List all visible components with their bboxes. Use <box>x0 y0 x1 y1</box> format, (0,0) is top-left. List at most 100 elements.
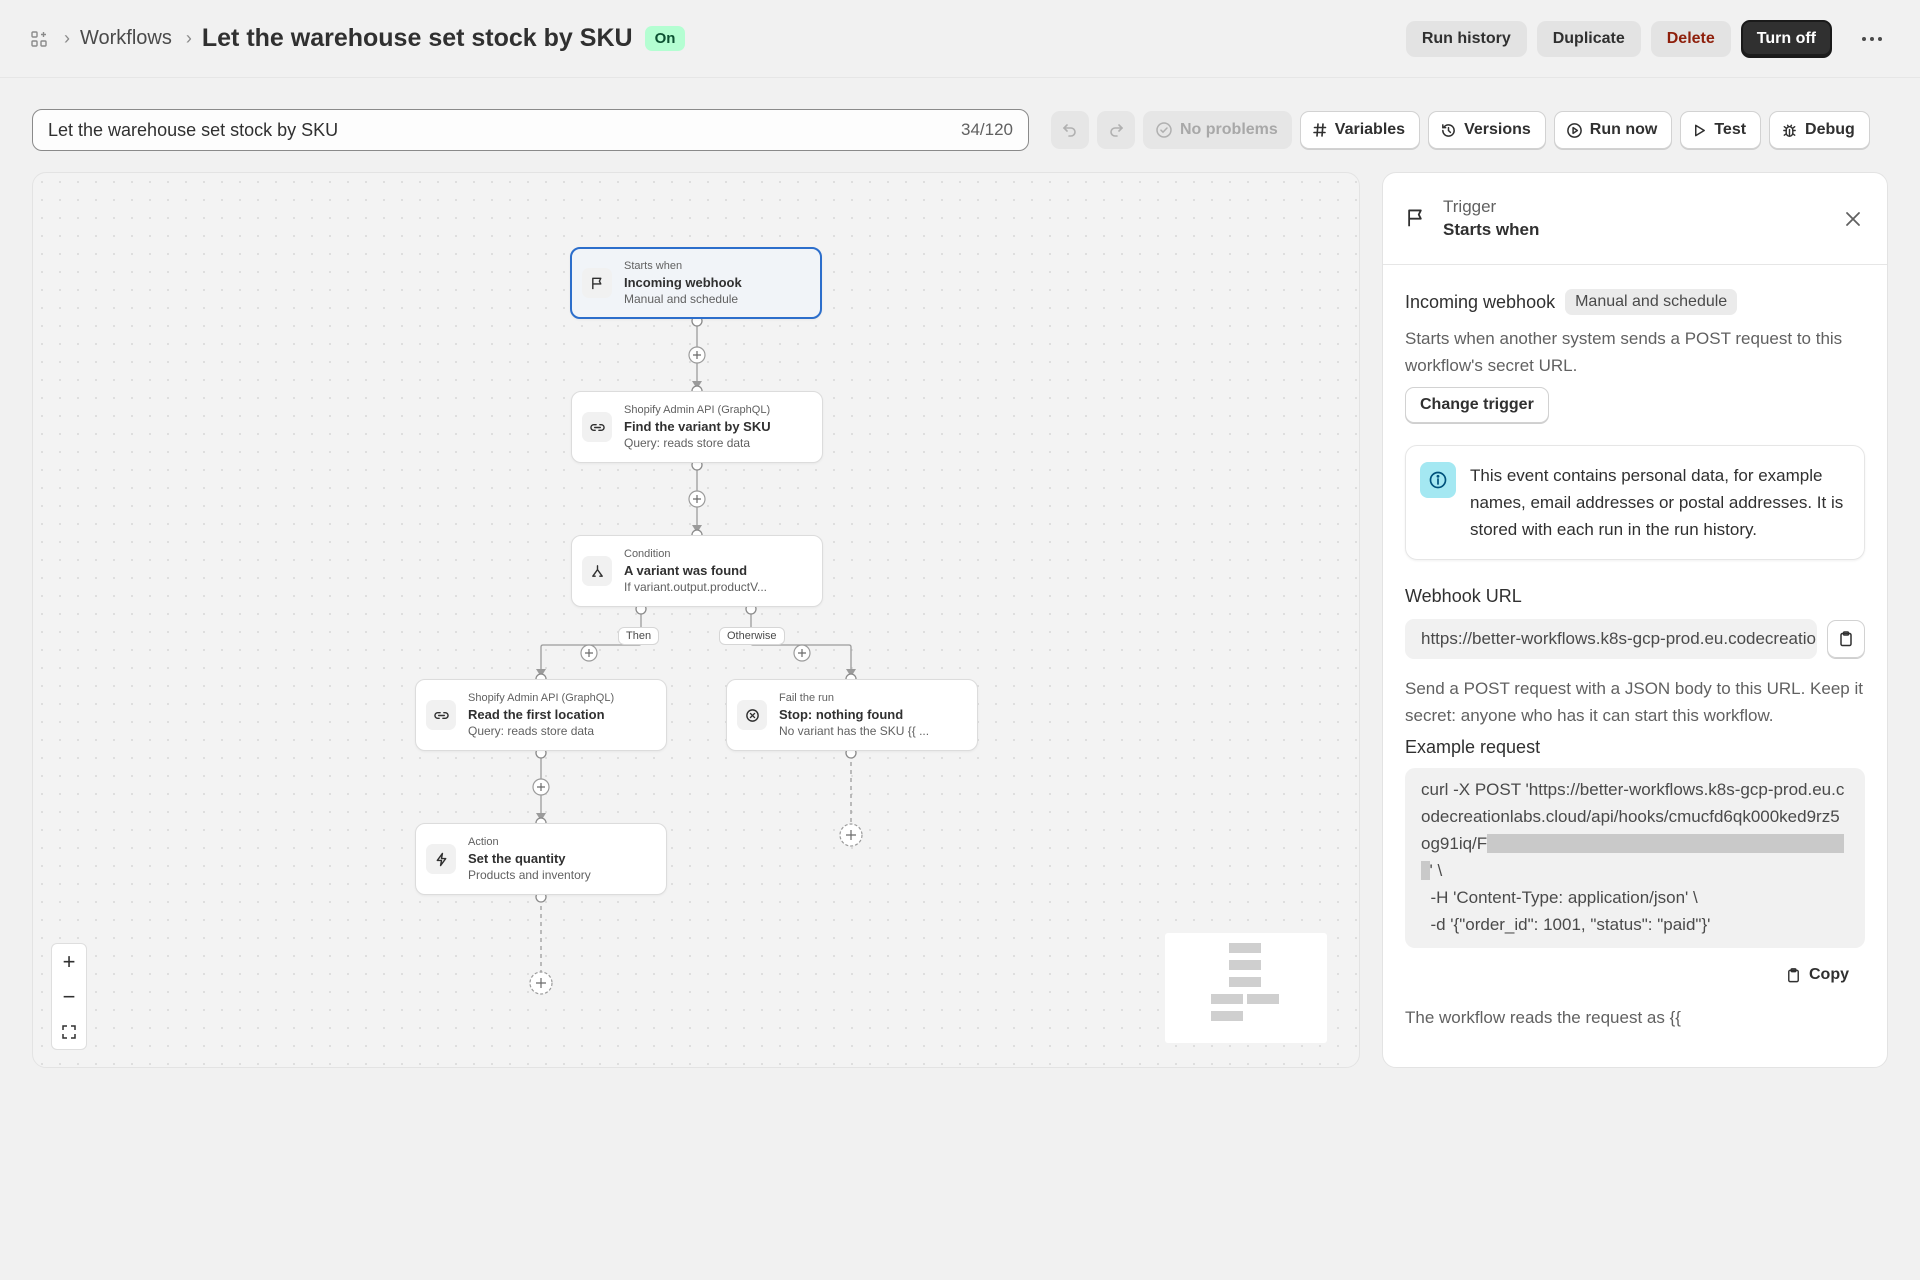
history-icon <box>1442 123 1455 137</box>
panel-kicker: Trigger <box>1443 197 1497 216</box>
top-bar: › Workflows › Let the warehouse set stoc… <box>0 0 1920 78</box>
minimap[interactable] <box>1165 933 1327 1043</box>
versions-button[interactable]: Versions <box>1428 111 1546 149</box>
code-line-2: -H 'Content-Type: application/json' \ <box>1430 888 1698 907</box>
node-title: Incoming webhook <box>624 274 742 290</box>
flag-icon <box>582 268 612 298</box>
status-badge: On <box>644 26 686 51</box>
workflow-name-value[interactable]: Let the warehouse set stock by SKU <box>48 120 961 141</box>
node-subtitle: No variant has the SKU {{ ... <box>779 724 930 739</box>
link-icon <box>582 412 612 442</box>
variables-label: Variables <box>1334 121 1406 138</box>
panel-header: Trigger Starts when <box>1383 173 1887 265</box>
node-title: Find the variant by SKU <box>624 418 771 434</box>
node-kicker: Shopify Admin API (GraphQL) <box>468 691 615 704</box>
trigger-panel: Trigger Starts when Incoming webhook Man… <box>1382 172 1888 1068</box>
node-kicker: Starts when <box>624 259 683 272</box>
duplicate-button[interactable]: Duplicate <box>1536 20 1641 57</box>
webhook-help: Send a POST request with a JSON body to … <box>1405 679 1863 725</box>
change-trigger-button[interactable]: Change trigger <box>1405 387 1549 423</box>
trigger-tag: Manual and schedule <box>1565 289 1738 315</box>
delete-button[interactable]: Delete <box>1650 20 1731 57</box>
node-find-variant[interactable]: Shopify Admin API (GraphQL) Find the var… <box>571 391 823 463</box>
personal-data-banner: This event contains personal data, for e… <box>1405 445 1865 560</box>
example-request-code[interactable]: curl -X POST 'https://better-workflows.k… <box>1405 768 1865 948</box>
node-title: Read the first location <box>468 706 605 722</box>
workflow-name-input[interactable]: Let the warehouse set stock by SKU 34/12… <box>32 109 1029 151</box>
node-stop-nothing-found[interactable]: Fail the run Stop: nothing found No vari… <box>726 679 978 751</box>
node-title: A variant was found <box>624 562 748 578</box>
variables-button[interactable]: Variables <box>1299 111 1421 149</box>
editor-toolbar: Let the warehouse set stock by SKU 34/12… <box>32 108 1888 152</box>
debug-label: Debug <box>1805 121 1855 138</box>
webhook-url-label: Webhook URL <box>1405 586 1522 606</box>
no-problems-label: No problems <box>1180 121 1278 138</box>
request-footnote: The workflow reads the request as {{ <box>1405 1008 1681 1027</box>
node-subtitle: If variant.output.productV... <box>624 580 767 595</box>
undo-icon[interactable] <box>1051 111 1089 149</box>
example-request-label: Example request <box>1405 737 1541 757</box>
panel-body: Incoming webhook Manual and schedule Sta… <box>1383 265 1887 1028</box>
node-kicker: Condition <box>624 547 671 560</box>
copy-request-button[interactable]: Copy <box>1405 966 1865 984</box>
bug-icon <box>1783 124 1796 137</box>
trigger-name: Incoming webhook <box>1405 291 1556 312</box>
clipboard-icon[interactable] <box>1827 620 1865 658</box>
code-line-1-end: ' \ <box>1429 861 1443 880</box>
node-kicker: Fail the run <box>779 691 835 704</box>
x-circle-icon <box>737 700 767 730</box>
node-kicker: Action <box>468 835 499 848</box>
breadcrumb-workflows[interactable]: Workflows <box>80 27 172 50</box>
code-line-3: -d '{"order_id": 1001, "status": "paid"}… <box>1430 915 1711 934</box>
check-circle-icon <box>1156 122 1172 138</box>
bolt-icon <box>426 844 456 874</box>
webhook-url-row: https://better-workflows.k8s-gcp-prod.eu… <box>1405 619 1865 659</box>
node-title: Stop: nothing found <box>779 706 904 722</box>
node-read-location[interactable]: Shopify Admin API (GraphQL) Read the fir… <box>415 679 667 751</box>
panel-title: Starts when <box>1443 220 1540 239</box>
branch-icon <box>582 556 612 586</box>
workflow-canvas[interactable]: Then Otherwise Starts when Incoming webh… <box>32 172 1360 1068</box>
apps-grid-icon[interactable] <box>28 28 50 50</box>
zoom-out-icon[interactable]: − <box>52 979 86 1014</box>
branch-label-then: Then <box>618 627 660 645</box>
branch-label-otherwise: Otherwise <box>719 627 785 645</box>
node-subtitle: Query: reads store data <box>468 724 595 739</box>
play-circle-icon <box>1566 122 1582 138</box>
redo-icon[interactable] <box>1097 111 1135 149</box>
test-button[interactable]: Test <box>1680 111 1762 149</box>
header-actions: Run history Duplicate Delete Turn off <box>1405 19 1890 58</box>
personal-data-text: This event contains personal data, for e… <box>1470 466 1844 539</box>
zoom-in-icon[interactable]: + <box>52 944 86 979</box>
debug-button[interactable]: Debug <box>1769 111 1870 149</box>
run-now-button[interactable]: Run now <box>1553 111 1673 149</box>
chevron-right-icon: › <box>64 28 70 48</box>
flag-icon <box>1405 207 1429 231</box>
toolbar-tools: No problems Variables Versions Run now T… <box>1051 111 1870 149</box>
webhook-url-field[interactable]: https://better-workflows.k8s-gcp-prod.eu… <box>1405 619 1817 659</box>
more-actions-icon[interactable] <box>1854 21 1890 57</box>
character-count: 34/120 <box>961 120 1013 139</box>
node-set-quantity[interactable]: Action Set the quantity Products and inv… <box>415 823 667 895</box>
node-condition[interactable]: Condition A variant was found If variant… <box>571 535 823 607</box>
node-subtitle: Products and inventory <box>468 868 591 883</box>
node-title: Set the quantity <box>468 850 566 866</box>
trigger-summary: Incoming webhook Manual and schedule <box>1405 289 1865 315</box>
node-incoming-webhook[interactable]: Starts when Incoming webhook Manual and … <box>570 247 822 319</box>
versions-label: Versions <box>1464 121 1531 138</box>
node-kicker: Shopify Admin API (GraphQL) <box>624 403 771 416</box>
run-now-label: Run now <box>1589 121 1658 138</box>
close-icon[interactable] <box>1841 207 1865 231</box>
play-icon <box>1695 124 1706 136</box>
run-history-button[interactable]: Run history <box>1405 20 1527 57</box>
node-subtitle: Query: reads store data <box>624 436 751 451</box>
fit-view-icon[interactable] <box>52 1014 86 1049</box>
hash-icon <box>1312 123 1327 137</box>
chevron-right-icon: › <box>185 28 192 48</box>
test-label: Test <box>1714 121 1747 138</box>
info-icon <box>1420 462 1456 498</box>
copy-label: Copy <box>1809 966 1849 983</box>
node-subtitle: Manual and schedule <box>624 292 739 307</box>
turn-off-button[interactable]: Turn off <box>1740 19 1832 58</box>
page-title: Let the warehouse set stock by SKU <box>201 24 633 52</box>
